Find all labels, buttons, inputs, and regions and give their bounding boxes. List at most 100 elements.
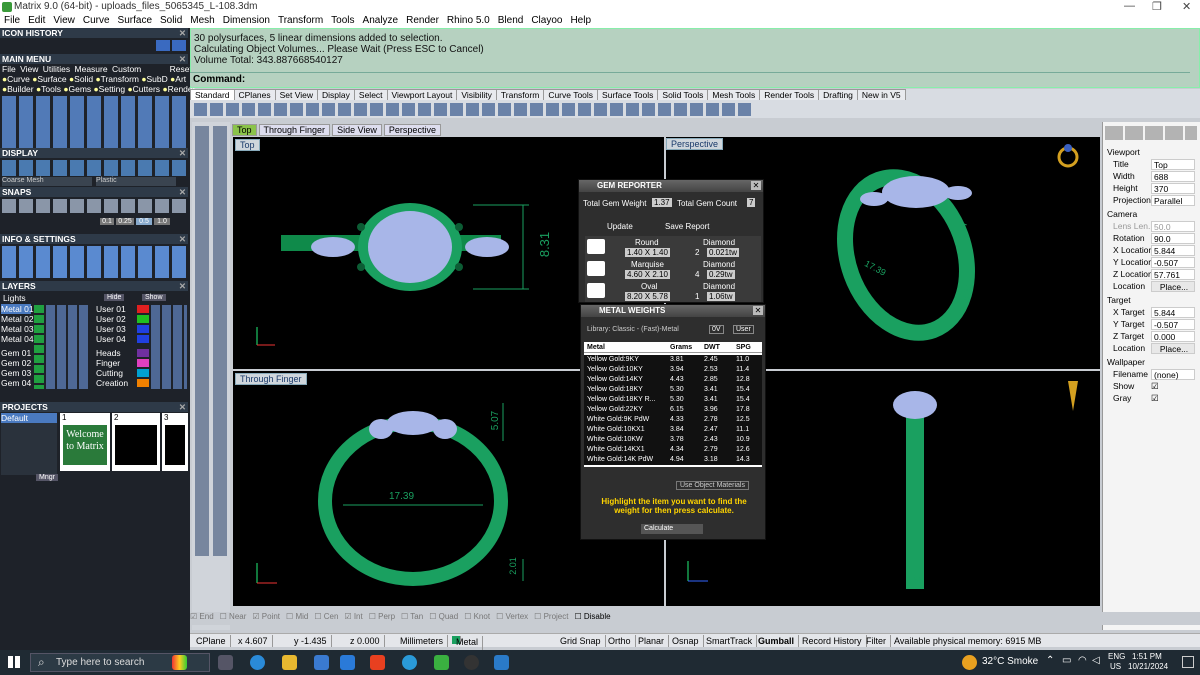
viewport-through-finger-label[interactable]: Through Finger [235,373,307,385]
osnap-cen[interactable]: ☐ Cen [314,612,338,621]
tab-visibility[interactable]: Visibility [456,89,497,100]
layer-gem-01[interactable]: Gem 01 [1,348,31,358]
project-thumb-3[interactable]: 3 [162,413,188,471]
matrix-icon[interactable] [434,655,449,670]
layer-swatch-user-01[interactable] [137,305,149,313]
main-menu-row1[interactable]: File View Utilities Measure Custom Reset [2,64,192,74]
layer-finger[interactable]: Finger [96,358,120,368]
layer-metal-03[interactable]: Metal 03 [1,324,34,334]
table-row[interactable]: Yellow Gold:10KY 3.94 2.53 11.4 [584,365,762,375]
layer-user-02[interactable]: User 02 [96,314,126,324]
layer-lights[interactable]: Lights [3,293,26,303]
vp-tab-perspective[interactable]: Perspective [383,124,441,136]
wallpaper-gray-checkbox[interactable]: ☑ [1151,393,1159,404]
layer-gem-04[interactable]: Gem 04 [1,378,31,388]
prop-width-field[interactable]: 688 [1151,171,1195,182]
osnap-perp[interactable]: ☐ Perp [369,612,395,621]
menu-dimension[interactable]: Dimension [219,14,274,28]
osnap-int[interactable]: ☑ Int [344,612,362,621]
layer-heads[interactable]: Heads [96,348,121,358]
prop-rotation-field[interactable]: 90.0 [1151,233,1195,244]
menu-curve[interactable]: Curve [79,14,114,28]
store-icon[interactable] [314,655,329,670]
gem-row[interactable]: Round 1.40 X 1.40 Diamond 2 0.021tw [585,236,761,257]
network-icon[interactable]: ▭ [1062,655,1071,666]
region-text[interactable]: US [1110,662,1121,671]
project-default[interactable]: Default [1,413,57,423]
back-arrow-icon[interactable] [156,40,170,51]
main-menu-row2[interactable]: ●Curve ●Surface ●Solid ●Transform ●SubD … [2,74,186,84]
notifications-icon[interactable] [1182,656,1194,668]
gem-update-button[interactable]: Update [607,222,633,231]
layer-toggles-right[interactable] [151,305,187,389]
snap-value-2[interactable]: 0.25 [116,218,134,225]
menu-analyze[interactable]: Analyze [359,14,403,28]
side-tool-icons[interactable] [195,126,227,556]
layer-user-01[interactable]: User 01 [96,304,126,314]
prop-xtarget-field[interactable]: 5.844 [1151,307,1195,318]
viewport-top-label[interactable]: Top [235,139,260,151]
tab-viewport-layout[interactable]: Viewport Layout [386,89,458,100]
viewport-perspective-label[interactable]: Perspective [666,138,724,150]
table-row[interactable]: White Gold:10KX1 3.84 2.47 11.1 [584,425,762,435]
prop-ztarget-field[interactable]: 0.000 [1151,331,1195,342]
vp-tab-top[interactable]: Top [232,124,257,136]
osnap-point[interactable]: ☑ Point [252,612,280,621]
maximize-button[interactable]: ❐ [1152,0,1162,13]
metal-tab-user[interactable]: User [733,325,754,334]
table-row[interactable]: Yellow Gold:9KY 3.81 2.45 11.0 [584,355,762,365]
windows-start-icon[interactable] [8,656,20,668]
layer-swatch-user-03[interactable] [137,325,149,333]
menu-clayoo[interactable]: Clayoo [527,14,566,28]
display-icons[interactable] [2,160,186,176]
tab-set-view[interactable]: Set View [274,89,319,100]
menu-view[interactable]: View [49,14,79,28]
tab-new-in-v5[interactable]: New in V5 [856,89,906,100]
tab-transform[interactable]: Transform [495,89,545,100]
gem-row[interactable]: Marquise 4.60 X 2.10 Diamond 4 0.29tw [585,258,761,279]
minimize-button[interactable]: — [1124,0,1135,12]
project-manager-button[interactable]: Mngr [36,474,58,481]
tab-mesh-tools[interactable]: Mesh Tools [707,89,761,100]
osnap-near[interactable]: ☐ Near [220,612,247,621]
status-grid-snap[interactable]: Grid Snap [556,635,606,647]
layer-color-swatches-left[interactable] [34,305,44,389]
mail-icon[interactable] [340,655,355,670]
taskbar-app-icon[interactable] [172,655,187,670]
table-row[interactable]: White Gold:10KW 3.78 2.43 10.9 [584,435,762,445]
prop-projection-select[interactable]: Parallel [1151,195,1195,206]
status-ortho[interactable]: Ortho [604,635,636,647]
table-row[interactable]: Yellow Gold:14KY 4.43 2.85 12.8 [584,375,762,385]
status-filter[interactable]: Filter [862,635,891,647]
use-object-materials-button[interactable]: Use Object Materials [676,481,749,490]
file-explorer-icon[interactable] [282,655,297,670]
camera-place-button[interactable]: Place... [1151,281,1195,292]
target-place-button[interactable]: Place... [1151,343,1195,354]
osnap-end[interactable]: ☑ End [190,612,214,621]
snap-icons[interactable] [2,199,186,213]
layer-swatch-finger[interactable] [137,359,149,367]
standard-tool-icons[interactable] [194,103,754,116]
layer-metal-01[interactable]: Metal 01 [1,304,34,314]
status-smarttrack[interactable]: SmartTrack [702,635,758,647]
layer-toggles-left[interactable] [46,305,90,389]
gem-save-report-button[interactable]: Save Report [665,222,709,231]
menu-solid[interactable]: Solid [156,14,186,28]
status-osnap[interactable]: Osnap [668,635,704,647]
layer-creation[interactable]: Creation [96,378,128,388]
project-thumb-2[interactable]: 2 [112,413,160,471]
table-row[interactable]: Yellow Gold:22KY 6.15 3.96 17.8 [584,405,762,415]
tab-curve-tools[interactable]: Curve Tools [543,89,599,100]
layer-metal-04[interactable]: Metal 04 [1,334,34,344]
tab-render-tools[interactable]: Render Tools [759,89,820,100]
tab-select[interactable]: Select [353,89,388,100]
tab-display[interactable]: Display [317,89,355,100]
volume-icon[interactable]: ◁ [1092,655,1100,666]
layer-swatch-heads[interactable] [137,349,149,357]
layer-metal-02[interactable]: Metal 02 [1,314,34,324]
table-row[interactable]: White Gold:14KX1 4.34 2.79 12.6 [584,445,762,455]
menu-file[interactable]: File [0,14,24,28]
edge-icon[interactable] [250,655,265,670]
weather-icon[interactable] [962,655,977,670]
menu-blend[interactable]: Blend [494,14,528,28]
